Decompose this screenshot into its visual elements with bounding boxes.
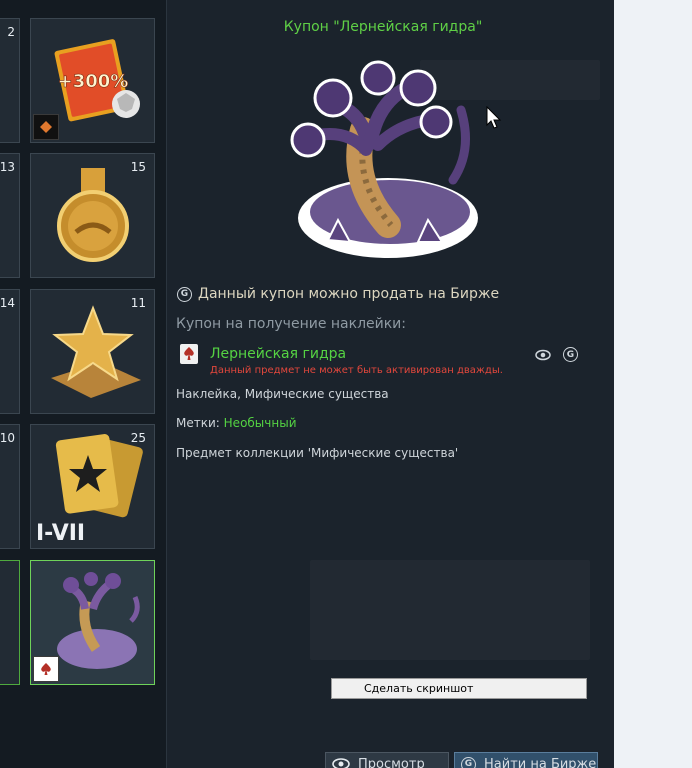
item-count: 2 <box>7 25 15 39</box>
grid-cell[interactable]: 2 <box>0 18 20 143</box>
grid-cell-medal[interactable]: 15 <box>30 153 155 278</box>
ace-spade-icon <box>180 344 198 364</box>
market-g-icon: G <box>461 756 476 768</box>
tags-label: Метки: <box>176 416 220 430</box>
desktop-background <box>614 0 692 768</box>
grid-cell[interactable]: 13 <box>0 153 20 278</box>
view-button-label: Просмотр <box>358 756 425 768</box>
sticker-type: Наклейка, Мифические существа <box>176 387 389 401</box>
eye-icon <box>332 758 350 768</box>
context-menu-screenshot[interactable]: Сделать скриншот <box>364 682 473 695</box>
grid-cell[interactable]: 10 <box>0 424 20 549</box>
view-button[interactable]: Просмотр <box>325 752 449 768</box>
sell-text: Данный купон можно продать на Бирже <box>198 286 500 302</box>
tags-value: Необычный <box>223 416 297 430</box>
market-g-icon[interactable]: G <box>563 347 578 362</box>
item-count: 13 <box>0 160 15 174</box>
star-award-icon <box>51 305 141 398</box>
item-count: 14 <box>0 296 15 310</box>
find-button-label: Найти на Бирже <box>484 756 597 768</box>
grid-cell-star[interactable]: 11 <box>30 289 155 414</box>
hydra-image <box>290 60 478 258</box>
context-menu: Сделать скриншот <box>331 678 587 699</box>
mouse-cursor-icon <box>486 105 502 134</box>
market-g-icon: G <box>177 286 192 302</box>
medal-icon <box>57 168 129 262</box>
grid-cell[interactable] <box>0 560 20 685</box>
coupon-label: Купон на получение наклейки: <box>176 316 407 332</box>
card-label: I-VII <box>36 521 86 546</box>
item-count: 10 <box>0 431 15 445</box>
collection-label: Предмет коллекции 'Мифические существа' <box>176 446 459 460</box>
ace-spade-icon <box>33 656 59 682</box>
grid-cell-card[interactable]: 25 I-VII <box>30 424 155 549</box>
sticker-name: Лернейская гидра <box>210 346 347 362</box>
diamond-badge-icon <box>33 114 59 140</box>
booster-label: +300% <box>58 71 129 92</box>
find-on-market-button[interactable]: G Найти на Бирже <box>454 752 598 768</box>
grid-cell[interactable]: 14 <box>0 289 20 414</box>
grid-cell-hydra-selected[interactable] <box>30 560 155 685</box>
inventory-grid: 2 13 14 10 +300% 15 11 25 I-VII <box>0 0 167 768</box>
sticker-warning: Данный предмет не может быть активирован… <box>210 365 503 376</box>
background-blur <box>310 560 590 660</box>
sell-info: G Данный купон можно продать на Бирже <box>177 286 499 302</box>
grid-cell-booster[interactable]: +300% <box>30 18 155 143</box>
inventory-window: 2 13 14 10 +300% 15 11 25 I-VII Купон "Л… <box>0 0 614 768</box>
tags: Метки: Необычный <box>176 416 297 430</box>
item-title: Купон "Лернейская гидра" <box>283 19 483 35</box>
inspect-eye-icon[interactable] <box>535 347 551 366</box>
